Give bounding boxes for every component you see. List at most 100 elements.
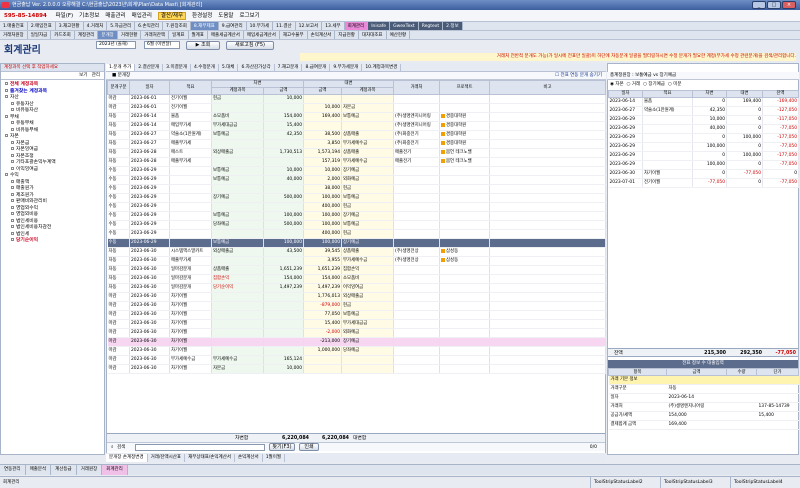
toolbar1-button-7[interactable]: 8.재무제표	[190, 22, 219, 30]
table-row[interactable]: 자동 2023-06-14 물품 소모품비 154,000 169,400 보통예금 (주)생…	[107, 112, 606, 122]
year-select[interactable]: 2023년 (올해)	[96, 41, 136, 49]
menu-item-7[interactable]: 로그보기	[239, 13, 259, 19]
tree-node-expander-icon[interactable]	[5, 82, 8, 85]
ledger-row[interactable]: 2023-06-29 0 100,000 -177,050	[608, 133, 799, 143]
ledger-row[interactable]: 2023-06-29 0 100,000 -177,050	[608, 151, 799, 161]
status-tab-1[interactable]: 매출분석	[26, 465, 52, 475]
row-note[interactable]	[489, 364, 606, 374]
tree-node-expander-icon[interactable]	[11, 166, 14, 170]
toolbar1-button-15[interactable]: GwexText	[390, 22, 419, 30]
table-row[interactable]: 수동 2023-06-29 보통예금 100,000 100,000 장기예금	[107, 238, 606, 248]
table-row[interactable]: 자동 2023-06-30 매출부가세 3,955 부가세예수금 (주)생명전상 삼성동	[107, 256, 606, 266]
tree-node-expander-icon[interactable]	[11, 121, 14, 124]
minimize-button[interactable]: _	[752, 1, 766, 9]
tree-node-expander-icon[interactable]	[11, 147, 14, 150]
ledger-col-credit[interactable]: 대변	[726, 90, 763, 98]
table-row[interactable]: 수동 2023-06-29 보통예금 10,000 10,000 장기예금	[107, 166, 606, 176]
ledger-row[interactable]: 2023-06-30 차기이월 0 -77,050 0	[608, 169, 799, 179]
journal-tab-3[interactable]: 4.수정분개	[191, 64, 219, 71]
table-row[interactable]: 자동 2023-06-27 약술소(1만원계) 보통예금 42,350 38,500 상품매…	[107, 130, 606, 140]
table-row[interactable]: 수동 2023-06-29 400,000 현금	[107, 202, 606, 212]
toolbar2-button-7[interactable]: 일계표	[169, 31, 189, 39]
menu-item-6[interactable]: 도움말	[218, 13, 233, 19]
row-note[interactable]	[489, 157, 606, 167]
toolbar1-button-11[interactable]: 12.보고서	[296, 22, 323, 30]
col-project[interactable]: 프로젝트	[439, 80, 490, 95]
row-note[interactable]	[489, 220, 606, 230]
toolbar2-button-11[interactable]: 재고수불부	[280, 31, 308, 39]
toolbar2-button-3[interactable]: 계정관리	[75, 31, 99, 39]
ledger-row[interactable]: 2023-06-14 물품 0 169,400 -169,400	[608, 97, 799, 107]
table-row[interactable]: 자동 2023-06-27 매출부가세 3,850 부가세예수금 (주)화중전기 경중대학원	[107, 139, 606, 149]
table-row[interactable]: 수동 2023-06-29 400,000 현금	[107, 229, 606, 239]
toolbar1-button-14[interactable]: Inisafe	[368, 22, 391, 30]
hide-linked-toggle[interactable]: ☐ 전표 연동 분개 숨기기	[555, 72, 602, 80]
table-row[interactable]: 자동 2023-06-30 시스템액스말카트 외상매출금 43,500 39,545 상품매…	[107, 247, 606, 257]
row-note[interactable]	[489, 319, 606, 329]
toolbar2-button-6[interactable]: 거래처잔액	[141, 31, 170, 39]
row-note[interactable]	[489, 247, 606, 257]
ledger-account-a[interactable]: 보통예금	[635, 73, 652, 78]
col-debit-amount[interactable]: 금액	[263, 87, 304, 95]
toolbar1-button-16[interactable]: Regtext	[418, 22, 444, 30]
row-note[interactable]	[489, 283, 606, 293]
journal-search-input[interactable]	[135, 444, 265, 451]
ledger-row[interactable]: 2023-06-29 100,000 0 -77,050	[608, 142, 799, 152]
toolbar2-button-15[interactable]: 예산현황	[387, 31, 411, 39]
table-row[interactable]: 자동 2023-06-30 일마감분개 집합손익 154,000 154,000 소모품비	[107, 274, 606, 284]
table-row[interactable]: 수동 2023-06-29 38,000 현금	[107, 184, 606, 194]
menu-item-0[interactable]: 파일(F)	[56, 13, 74, 19]
ledger-account-b[interactable]: 장기예금	[660, 73, 677, 78]
toolbar1-button-2[interactable]: 3.재고현황	[56, 22, 84, 30]
toolbar2-button-5[interactable]: 거래현황	[118, 31, 142, 39]
menu-item-5[interactable]: 환경설정	[192, 13, 212, 19]
table-row[interactable]: 자동 2023-06-30 일마감분개 당기순이익 1,497,239 1,497,239…	[107, 283, 606, 293]
tree-node-expander-icon[interactable]	[11, 153, 14, 157]
row-note[interactable]	[489, 103, 606, 113]
toolbar1-button-12[interactable]: 13.세무	[322, 22, 345, 30]
toolbar2-button-12[interactable]: 손익계산서	[308, 31, 336, 39]
tab-manage[interactable]: 관리	[92, 73, 100, 78]
ledger-col-date[interactable]: 일자	[608, 90, 643, 98]
table-row[interactable]: 수동 2023-06-29 장기예금 500,000 100,000 보통예금	[107, 193, 606, 203]
row-note[interactable]	[489, 274, 606, 284]
col-debit-account[interactable]: 계정과목	[211, 87, 264, 95]
row-note[interactable]	[489, 265, 606, 275]
toolbar1-button-9[interactable]: 10.부가세	[247, 22, 274, 30]
row-note[interactable]	[489, 202, 606, 212]
report-tab-1[interactable]: 거래/잔액시산표	[148, 454, 186, 462]
find-button[interactable]: 찾기(F3)	[269, 443, 295, 451]
row-note[interactable]	[489, 139, 606, 149]
table-row[interactable]: 마감 2023-06-30 차기이월 -213,000 장기예금	[107, 337, 606, 347]
row-note[interactable]	[489, 94, 606, 104]
tree-node-expander-icon[interactable]	[5, 173, 8, 176]
table-row[interactable]: 마감 2023-06-30 차기이월 15,400 부가세대급금	[107, 319, 606, 329]
tree-node-expander-icon[interactable]	[11, 101, 14, 105]
ledger-col-balance[interactable]: 잔액	[762, 90, 799, 98]
tree-node[interactable]: 당기순이익	[1, 238, 104, 245]
report-tab-4[interactable]: 1월이월	[263, 454, 285, 462]
tree-node-expander-icon[interactable]	[11, 179, 14, 183]
tree-node-expander-icon[interactable]	[11, 205, 14, 209]
row-note[interactable]	[489, 175, 606, 185]
search-button[interactable]: ▶ 조회	[186, 41, 220, 50]
toolbar2-button-2[interactable]: 카드조회	[51, 31, 75, 39]
journal-tab-2[interactable]: 3.미결분개	[163, 64, 192, 71]
table-row[interactable]: 자동 2023-06-30 일마감분개 상품매출 1,651,239 1,651,239 집…	[107, 265, 606, 275]
journal-tab-6[interactable]: 7.재고분개	[275, 64, 303, 71]
toolbar2-button-4[interactable]: 분개장	[98, 31, 118, 39]
col-note[interactable]: 비고	[489, 80, 606, 95]
refresh-button[interactable]: 새로고침 (F5)	[226, 41, 274, 50]
toolbar2-button-9[interactable]: 매출세금계산서	[208, 31, 244, 39]
table-row[interactable]: 마감 2023-06-30 차기이월 77,050 보통예금	[107, 310, 606, 320]
tree-node-expander-icon[interactable]	[11, 225, 14, 228]
toolbar1-button-8[interactable]: 9.급여관리	[219, 22, 247, 30]
toolbar1-button-17[interactable]: 2.정보	[443, 22, 463, 30]
row-note[interactable]	[489, 211, 606, 221]
maximize-button[interactable]: □	[767, 1, 781, 9]
toolbar2-button-0[interactable]: 거래처원장	[0, 31, 28, 39]
ledger-col-debit[interactable]: 차변	[692, 90, 727, 98]
table-row[interactable]: 수동 2023-06-29 보통예금 40,000 2,000 외화예금	[107, 175, 606, 185]
ledger-row[interactable]: 2023-07-01 전기이월 -77,050 0 -77,050	[608, 178, 799, 188]
table-row[interactable]: 자동 2023-06-28 매스트 외상매출금 1,730,513 1,573,194 상품…	[107, 148, 606, 158]
